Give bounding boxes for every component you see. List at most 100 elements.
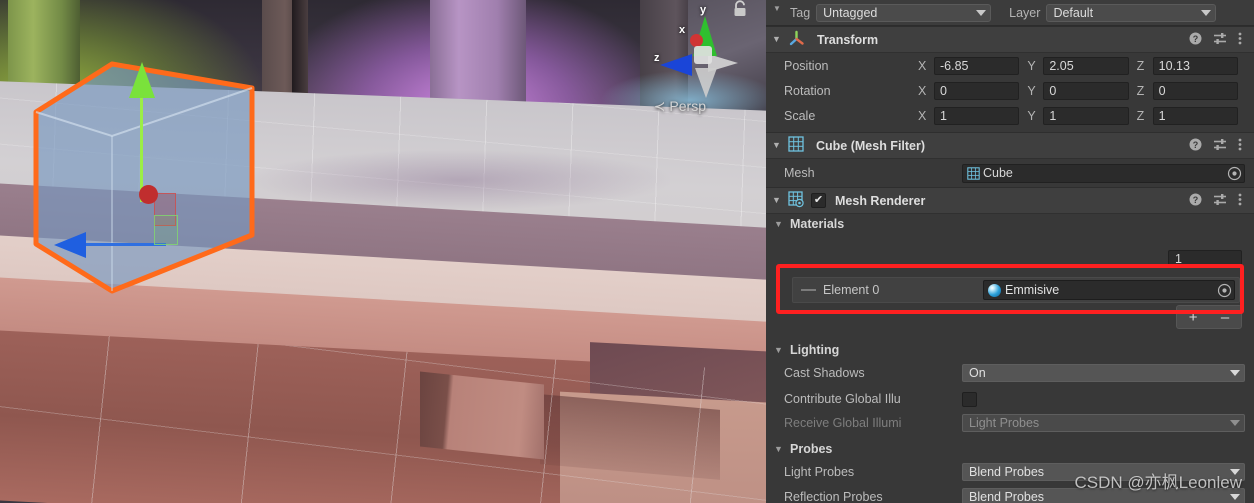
chevron-down-icon xyxy=(1230,370,1240,376)
transform-icon xyxy=(788,30,805,50)
contribute-gi-row: Contribute Global Illu xyxy=(766,388,1254,410)
persp-text: Persp xyxy=(669,98,706,114)
position-z-input[interactable]: 10.13 xyxy=(1152,56,1238,75)
cast-shadows-label: Cast Shadows xyxy=(784,366,865,380)
lock-icon[interactable] xyxy=(732,0,748,18)
receive-gi-value: Light Probes xyxy=(969,416,1040,430)
gizmo-z-axis-handle[interactable] xyxy=(139,185,158,204)
selected-cube-object[interactable] xyxy=(28,60,258,295)
lighting-foldout-caret[interactable]: ▼ xyxy=(774,345,790,355)
position-x-input[interactable]: -6.85 xyxy=(934,56,1020,75)
transform-component-header[interactable]: ▼ Transform ? xyxy=(766,26,1254,53)
rotation-z-input[interactable]: 0 xyxy=(1152,81,1238,100)
light-probes-label: Light Probes xyxy=(784,465,855,479)
materials-foldout[interactable]: ▼ Materials xyxy=(766,214,1254,234)
add-material-button[interactable]: + xyxy=(1189,310,1198,325)
material-sphere-icon xyxy=(988,283,1001,297)
mesh-filter-header-icons: ? xyxy=(1189,138,1254,154)
materials-foldout-caret[interactable]: ▼ xyxy=(774,219,790,229)
rotation-x-input[interactable]: 0 xyxy=(934,81,1020,100)
mesh-renderer-title: Mesh Renderer xyxy=(835,193,926,208)
remove-material-button[interactable]: – xyxy=(1221,310,1229,325)
help-icon[interactable]: ? xyxy=(1189,138,1202,154)
svg-text:?: ? xyxy=(1193,140,1199,150)
projection-mode-label[interactable]: ≺ Persp xyxy=(654,98,706,115)
light-probes-value: Blend Probes xyxy=(969,465,1045,479)
axis-gizmo-z-cone[interactable] xyxy=(660,54,692,76)
cast-shadows-dropdown[interactable]: On xyxy=(962,364,1245,382)
mesh-renderer-component-header[interactable]: ▼ ✔ Mesh Renderer ? xyxy=(766,187,1254,214)
preset-icon[interactable] xyxy=(1213,193,1227,209)
mesh-renderer-foldout-caret[interactable]: ▼ xyxy=(772,196,788,205)
object-foldout-caret[interactable]: ▼ xyxy=(766,4,788,21)
watermark-text: CSDN @亦枫Leonlew xyxy=(1074,473,1242,492)
probes-foldout-caret[interactable]: ▼ xyxy=(774,444,790,454)
material-value: Emmisive xyxy=(1005,283,1060,297)
axis-label-z: z xyxy=(654,52,660,64)
kebab-menu-icon[interactable] xyxy=(1238,138,1242,154)
materials-size-input[interactable]: 1 xyxy=(1168,250,1242,268)
axis-label-y: y xyxy=(700,4,707,16)
help-icon[interactable]: ? xyxy=(1189,32,1202,48)
cast-shadows-row: Cast Shadows On xyxy=(766,362,1254,384)
material-object-field[interactable]: Emmisive xyxy=(983,280,1235,300)
svg-text:?: ? xyxy=(1193,34,1199,44)
material-element-row[interactable]: Element 0 Emmisive xyxy=(792,277,1240,303)
object-picker-icon[interactable] xyxy=(1215,282,1234,299)
axis-gizmo-center-cube[interactable] xyxy=(694,46,712,64)
object-picker-icon[interactable] xyxy=(1225,165,1244,182)
mesh-label: Mesh xyxy=(784,166,815,180)
axis-z-label: Z xyxy=(1136,83,1145,98)
gizmo-plane-xy[interactable] xyxy=(154,215,178,245)
material-list-add-remove-buttons[interactable]: + – xyxy=(1176,305,1242,329)
axis-y-label: Y xyxy=(1027,108,1036,123)
kebab-menu-icon[interactable] xyxy=(1238,32,1242,48)
transform-foldout-caret[interactable]: ▼ xyxy=(772,35,788,44)
transform-header-icons: ? xyxy=(1189,32,1254,48)
tag-dropdown[interactable]: Untagged xyxy=(816,3,992,22)
mesh-object-field[interactable]: Cube xyxy=(962,163,1245,183)
probes-foldout[interactable]: ▼ Probes xyxy=(766,438,1254,460)
axis-x-label: X xyxy=(918,58,927,73)
drag-handle-icon[interactable] xyxy=(793,289,823,291)
scale-x-input[interactable]: 1 xyxy=(934,106,1020,125)
mesh-filter-foldout-caret[interactable]: ▼ xyxy=(772,141,788,150)
lighting-foldout[interactable]: ▼ Lighting xyxy=(766,339,1254,361)
mesh-filter-title: Cube (Mesh Filter) xyxy=(816,138,926,153)
kebab-menu-icon[interactable] xyxy=(1238,193,1242,209)
gizmo-y-axis[interactable] xyxy=(140,80,143,202)
layer-value: Default xyxy=(1053,5,1094,20)
layer-dropdown[interactable]: Default xyxy=(1046,3,1217,22)
mesh-value: Cube xyxy=(983,166,1013,180)
axis-z-label: Z xyxy=(1136,108,1145,123)
scale-label: Scale xyxy=(784,108,816,123)
mesh-renderer-enabled-checkbox[interactable]: ✔ xyxy=(811,193,826,208)
scene-view-viewport[interactable]: y x z ≺ Persp xyxy=(0,0,766,503)
axis-y-label: Y xyxy=(1027,58,1036,73)
preset-icon[interactable] xyxy=(1213,138,1227,154)
preset-icon[interactable] xyxy=(1213,32,1227,48)
transform-rotation-row: Rotation X 0 Y 0 Z 0 xyxy=(766,78,1254,103)
scale-y-input[interactable]: 1 xyxy=(1043,106,1129,125)
position-y-input[interactable]: 2.05 xyxy=(1043,56,1129,75)
contribute-gi-checkbox[interactable] xyxy=(962,391,977,407)
materials-label: Materials xyxy=(790,217,845,231)
reflection-probes-label: Reflection Probes xyxy=(784,490,883,503)
contribute-gi-label: Contribute Global Illu xyxy=(784,392,901,406)
svg-text:?: ? xyxy=(1193,195,1199,205)
gizmo-y-arrow[interactable] xyxy=(129,62,155,98)
axis-z-label: Z xyxy=(1136,58,1145,73)
lighting-label: Lighting xyxy=(790,343,840,357)
mesh-filter-component-header[interactable]: ▼ Cube (Mesh Filter) ? xyxy=(766,132,1254,159)
scene-axis-gizmo[interactable]: y x z xyxy=(654,4,744,102)
axis-x-label: X xyxy=(918,83,927,98)
cast-shadows-value: On xyxy=(969,366,986,380)
scale-z-input[interactable]: 1 xyxy=(1152,106,1238,125)
layer-label: Layer xyxy=(1009,5,1041,20)
rotation-y-input[interactable]: 0 xyxy=(1043,81,1129,100)
element-label: Element 0 xyxy=(823,283,880,297)
axis-gizmo-cone-down[interactable] xyxy=(695,68,717,98)
help-icon[interactable]: ? xyxy=(1189,193,1202,209)
reflection-probes-value: Blend Probes xyxy=(969,490,1045,503)
gizmo-x-arrow[interactable] xyxy=(54,232,86,258)
